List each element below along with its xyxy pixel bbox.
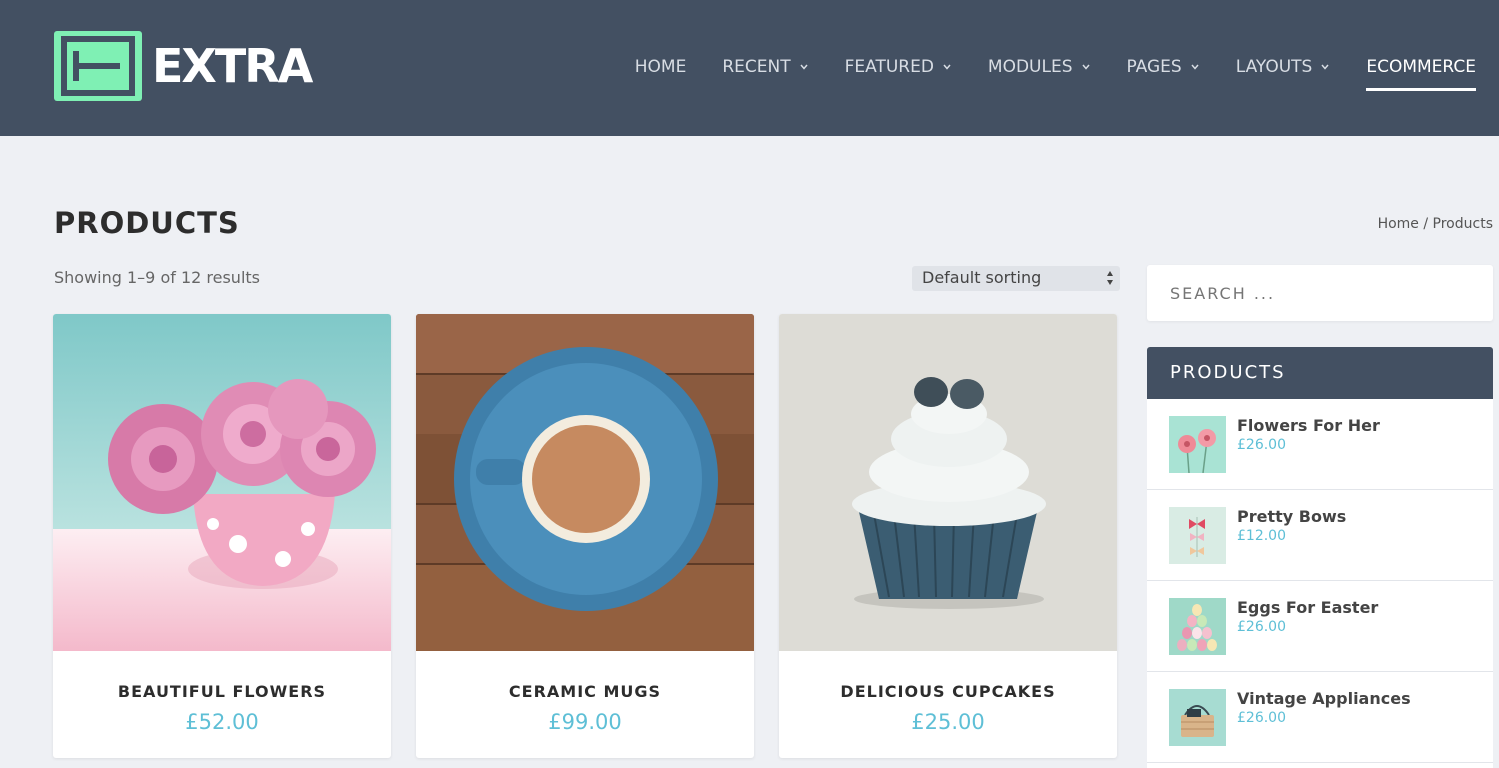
nav-label: HOME bbox=[634, 57, 687, 77]
nav-item-recent[interactable]: RECENT bbox=[722, 54, 808, 80]
widget-product-price: £26.00 bbox=[1237, 437, 1286, 453]
sort-selected-value: Default sorting bbox=[922, 268, 1042, 287]
list-item[interactable]: Pretty Bows £12.00 bbox=[1147, 490, 1493, 581]
product-card[interactable]: BEAUTIFUL FLOWERS £52.00 bbox=[53, 314, 391, 758]
widget-title: PRODUCTS bbox=[1147, 347, 1493, 399]
thumb-flowers[interactable] bbox=[1169, 416, 1226, 473]
site-logo[interactable]: EXTRA bbox=[54, 31, 313, 101]
chevron-down-icon bbox=[1191, 64, 1199, 70]
widget-product-name[interactable]: Flowers For Her bbox=[1237, 416, 1380, 435]
list-item[interactable]: Flowers For Her £26.00 bbox=[1147, 399, 1493, 490]
nav-label: RECENT bbox=[722, 57, 791, 77]
nav-label: MODULES bbox=[987, 57, 1073, 77]
widget-product-name[interactable]: Vintage Appliances bbox=[1237, 689, 1411, 708]
widget-product-price: £12.00 bbox=[1237, 528, 1286, 544]
nav-label: LAYOUTS bbox=[1235, 57, 1313, 77]
chevron-down-icon bbox=[1321, 64, 1329, 70]
product-image-cupcake[interactable] bbox=[779, 314, 1117, 651]
product-price: £25.00 bbox=[911, 710, 985, 734]
nav-label: FEATURED bbox=[844, 57, 934, 77]
list-item[interactable]: Eggs For Easter £26.00 bbox=[1147, 581, 1493, 672]
nav-item-ecommerce[interactable]: ECOMMERCE bbox=[1366, 54, 1476, 91]
chevron-down-icon bbox=[1081, 64, 1090, 70]
product-image-roses[interactable] bbox=[53, 314, 391, 651]
thumb-appliances[interactable] bbox=[1169, 689, 1226, 746]
widget-product-price: £26.00 bbox=[1237, 710, 1286, 726]
nav-item-home[interactable]: HOME bbox=[635, 54, 687, 80]
sidebar-search bbox=[1147, 265, 1493, 321]
result-count: Showing 1–9 of 12 results bbox=[54, 268, 260, 287]
widget-product-name[interactable]: Pretty Bows bbox=[1237, 507, 1346, 526]
widget-product-price: £26.00 bbox=[1237, 619, 1286, 635]
product-card[interactable]: DELICIOUS CUPCAKES £25.00 bbox=[779, 314, 1117, 758]
select-arrows-icon bbox=[1107, 271, 1113, 285]
sort-select[interactable]: Default sorting bbox=[912, 266, 1120, 291]
product-price: £99.00 bbox=[548, 710, 622, 734]
products-widget: PRODUCTS Flowers For Her £26.00 Pretty B… bbox=[1147, 347, 1493, 768]
thumb-eggs[interactable] bbox=[1169, 598, 1226, 655]
list-item[interactable]: Vintage Appliances £26.00 bbox=[1147, 672, 1493, 763]
main-nav: HOME RECENT FEATURED MODULES PAGES LAYOU… bbox=[599, 54, 1476, 91]
logo-icon bbox=[54, 31, 142, 101]
product-name[interactable]: DELICIOUS CUPCAKES bbox=[779, 682, 1117, 701]
chevron-down-icon bbox=[800, 64, 808, 70]
nav-item-pages[interactable]: PAGES bbox=[1127, 54, 1200, 80]
chevron-down-icon bbox=[943, 64, 951, 70]
logo-text: EXTRA bbox=[152, 39, 313, 93]
thumb-bows[interactable] bbox=[1169, 507, 1226, 564]
product-name[interactable]: CERAMIC MUGS bbox=[416, 682, 754, 701]
nav-label: ECOMMERCE bbox=[1366, 57, 1476, 77]
product-name[interactable]: BEAUTIFUL FLOWERS bbox=[53, 682, 391, 701]
breadcrumb[interactable]: Home / Products bbox=[1378, 216, 1493, 232]
widget-product-name[interactable]: Eggs For Easter bbox=[1237, 598, 1378, 617]
search-input[interactable] bbox=[1147, 265, 1493, 321]
nav-label: PAGES bbox=[1126, 57, 1182, 77]
page-title: PRODUCTS bbox=[54, 206, 240, 240]
nav-item-featured[interactable]: FEATURED bbox=[845, 54, 952, 80]
site-header: EXTRA HOME RECENT FEATURED MODULES PAGES… bbox=[0, 0, 1499, 136]
product-price: £52.00 bbox=[185, 710, 259, 734]
product-card[interactable]: CERAMIC MUGS £99.00 bbox=[416, 314, 754, 758]
product-image-mug[interactable] bbox=[416, 314, 754, 651]
nav-item-modules[interactable]: MODULES bbox=[988, 54, 1091, 80]
nav-item-layouts[interactable]: LAYOUTS bbox=[1236, 54, 1331, 80]
